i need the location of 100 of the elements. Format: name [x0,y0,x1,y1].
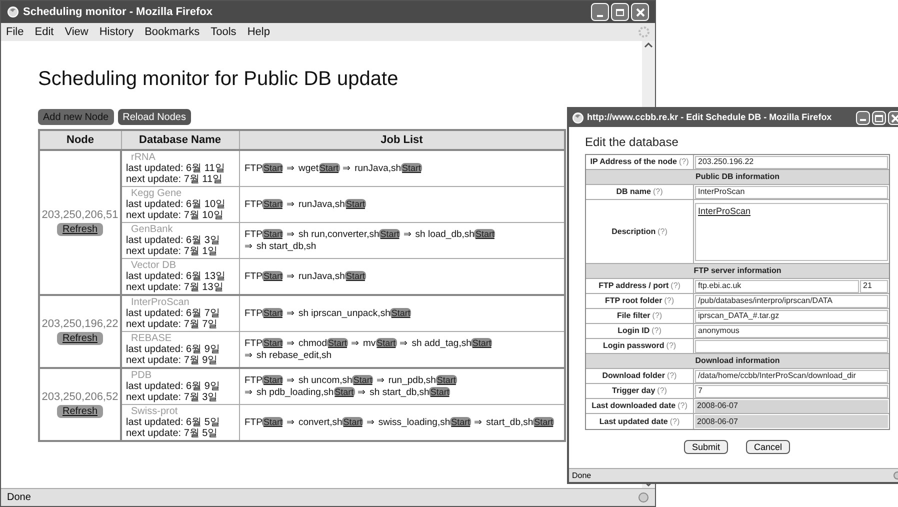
arrow-sign: ⇒ [474,417,482,428]
menu-item[interactable]: Edit [34,24,54,40]
input-field[interactable]: ftp.ebi.ac.uk [695,280,859,292]
start-button[interactable]: Start [342,417,364,427]
start-button[interactable]: Start [318,163,340,173]
start-button[interactable]: Start [344,271,366,281]
menu-item[interactable]: Help [247,24,270,40]
start-button[interactable]: Start [450,417,472,427]
next-update: next update: 7월 3일 [126,392,219,403]
description-field[interactable]: InterProScan [695,202,888,260]
start-button[interactable]: Start [334,387,355,397]
arrow-sign: ⇒ [403,229,412,240]
start-button[interactable]: Start [262,199,284,209]
minimize-icon[interactable] [591,3,609,21]
input-field[interactable]: /pub/databases/interpro/iprscan/DATA [695,294,888,308]
start-button[interactable]: Start [262,229,284,239]
arrow-sign: ⇒ [286,199,294,210]
help-link[interactable]: (?) [664,295,674,307]
job-command: convert,sh [298,417,342,428]
input-field[interactable] [695,340,888,352]
start-button[interactable]: Start [262,375,284,385]
input-field[interactable]: anonymous [695,324,888,338]
job-command: wget [298,163,319,174]
next-update: next update: 7월 1일 [126,246,219,257]
menu-item[interactable]: File [6,24,24,40]
start-button[interactable]: Start [379,229,400,239]
start-button[interactable]: Start [471,338,492,348]
input-field[interactable]: InterProScan [695,186,888,198]
last-updated: last updated: 6월 5일 [126,417,221,428]
database-name: PDB [130,370,153,381]
input-field[interactable]: iprscan_DATA_#.tar.gz [695,310,888,322]
help-link[interactable]: (?) [652,310,662,322]
start-button[interactable]: Start [474,229,496,239]
field-label: FTP address / port [598,280,669,292]
database-name: Kegg Gene [130,188,183,199]
database-name: rRNA [130,152,156,163]
close-icon[interactable] [631,3,649,21]
input-field[interactable]: 203.250.196.22 [695,156,888,168]
start-button[interactable]: Start [262,308,284,318]
job-command: sh start_db,sh [370,387,430,398]
start-button[interactable]: Start [262,271,284,281]
start-button[interactable]: Start [262,163,284,173]
refresh-button[interactable]: Refresh [57,222,102,236]
help-link[interactable]: (?) [670,416,680,428]
maximize-icon[interactable] [872,111,886,125]
help-link[interactable]: (?) [658,226,668,238]
help-link[interactable]: (?) [670,280,680,292]
start-button[interactable]: Start [429,387,450,397]
field-label: Description [612,226,656,238]
help-link[interactable]: (?) [657,385,667,397]
start-button[interactable]: Start [533,417,554,427]
help-link[interactable]: (?) [652,186,663,198]
menu-item[interactable]: Tools [210,24,236,40]
start-button[interactable]: Start [344,199,366,209]
scroll-up-icon[interactable] [644,41,653,50]
start-button[interactable]: Start [376,338,397,348]
port-field[interactable]: 21 [860,280,888,292]
database-name: Swiss-prot [130,406,179,417]
help-link[interactable]: (?) [678,400,688,412]
help-link[interactable]: (?) [678,156,689,168]
start-button[interactable]: Start [326,338,348,348]
help-link[interactable]: (?) [652,325,662,337]
arrow-sign: ⇒ [244,241,252,252]
toolbar-button[interactable]: Add new Node [38,109,114,125]
arrow-sign: ⇒ [400,338,408,349]
menu-item[interactable]: Bookmarks [144,24,200,40]
minimize-icon[interactable] [856,111,870,125]
last-updated: last updated: 6월 11일 [126,163,226,174]
job-command: sh uncom,sh [298,375,352,386]
start-button[interactable]: Start [352,375,374,385]
toolbar-button[interactable]: Reload Nodes [118,109,191,125]
input-field[interactable]: 7 [695,384,888,398]
last-updated: last updated: 6월 9일 [126,344,221,355]
start-button[interactable]: Start [436,375,457,385]
arrow-sign: ⇒ [342,163,351,174]
start-button[interactable]: Start [390,308,412,318]
field-label: Login password [602,340,664,352]
status-text: Done [7,491,32,505]
start-button[interactable]: Start [262,338,284,348]
input-field[interactable]: /data/home/ccbb/InterProScan/download_dir [695,370,888,382]
window-title: Scheduling monitor - Mozilla Firefox [23,4,214,20]
close-icon[interactable] [888,111,898,125]
job-command: run_pdb,sh [388,375,436,386]
refresh-button[interactable]: Refresh [57,404,102,418]
help-link[interactable]: (?) [666,370,677,382]
maximize-icon[interactable] [611,3,629,21]
refresh-button[interactable]: Refresh [57,332,102,344]
arrow-sign: ⇒ [366,417,374,428]
menu-item[interactable]: View [64,24,88,40]
arrow-sign: ⇒ [244,350,252,361]
menu-item[interactable]: History [99,24,134,40]
field-label: File filter [616,310,650,322]
last-updated: last updated: 6월 13일 [126,271,227,282]
form-button[interactable]: Submit [684,440,728,454]
arrow-sign: ⇒ [286,375,294,386]
job-command: sh start_db,sh [256,241,316,252]
help-link[interactable]: (?) [666,340,676,352]
start-button[interactable]: Start [401,163,422,173]
start-button[interactable]: Start [262,417,284,427]
form-button[interactable]: Cancel [746,440,790,454]
